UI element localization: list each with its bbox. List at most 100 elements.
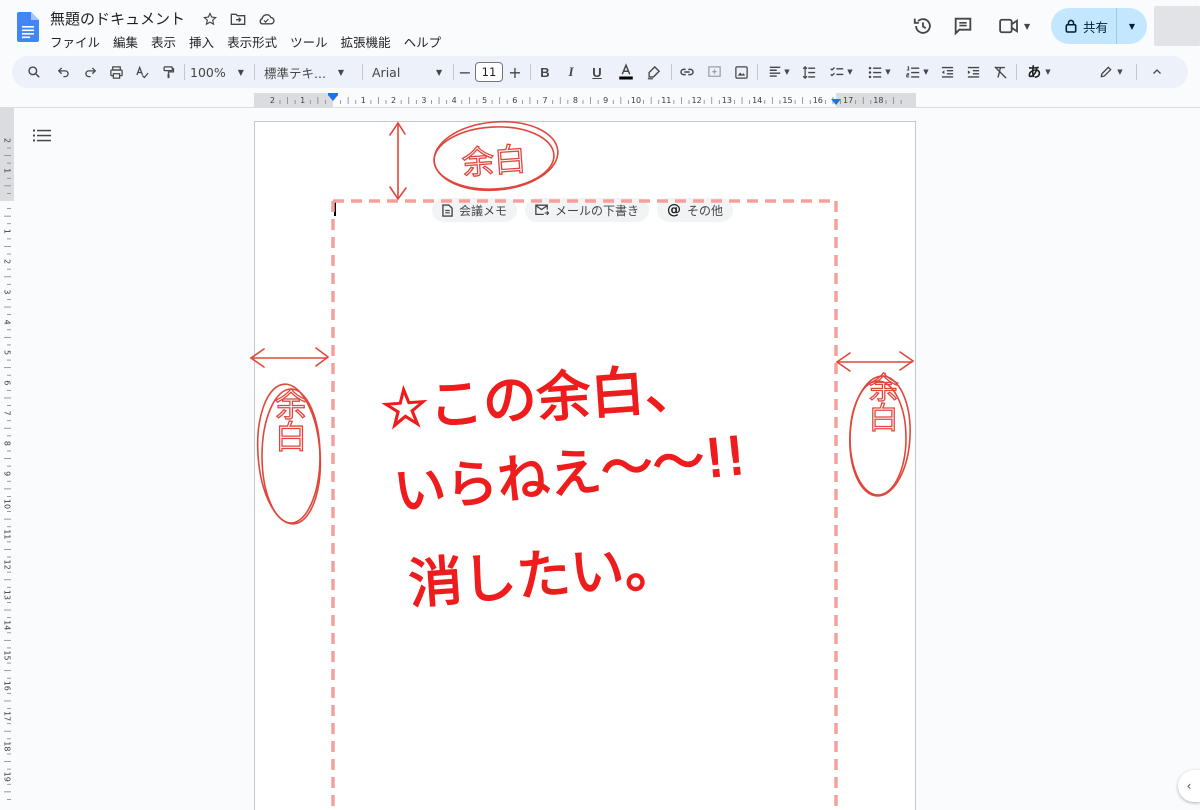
menu-file[interactable]: ファイル <box>50 32 107 51</box>
vertical-ruler[interactable]: 2112345678910111213141516171819 <box>0 108 14 810</box>
font-select[interactable]: Arial ▼ <box>372 56 454 88</box>
menu-extensions[interactable]: 拡張機能 <box>341 32 398 51</box>
star-icon[interactable] <box>200 9 220 29</box>
ruler-tick-label: 8 <box>3 441 12 446</box>
increase-font-size-icon[interactable]: + <box>504 56 526 88</box>
ruler-tick-label: 1 <box>300 96 305 105</box>
share-dropdown-icon[interactable]: ▼ <box>1117 22 1147 31</box>
meeting-notes-chip[interactable]: 会議メモ <box>432 198 518 222</box>
italic-icon[interactable]: I <box>560 56 582 88</box>
formatting-toolbar: 100% ▼ 標準テキ... ▼ Arial ▼ − 11 + B I U ▼ … <box>12 56 1188 88</box>
menu-edit[interactable]: 編集 <box>113 32 145 51</box>
google-docs-logo-icon[interactable] <box>17 12 39 42</box>
editing-mode-button[interactable]: ▼ <box>1094 56 1128 88</box>
chevron-down-icon: ▼ <box>1045 68 1051 76</box>
text-cursor <box>334 202 336 216</box>
decrease-font-size-icon[interactable]: − <box>454 56 476 88</box>
font-size-input[interactable]: 11 <box>475 62 503 82</box>
line-spacing-icon[interactable] <box>798 56 820 88</box>
ruler-tick-label: 5 <box>3 350 12 355</box>
chevron-down-icon: ▼ <box>237 67 244 77</box>
chevron-down-icon: ▼ <box>436 67 443 77</box>
other-chip[interactable]: @ その他 <box>657 198 734 222</box>
redo-icon[interactable] <box>78 56 102 88</box>
menu-insert[interactable]: 挿入 <box>189 32 221 51</box>
share-label: 共有 <box>1083 19 1109 35</box>
at-sign-icon: @ <box>667 202 682 218</box>
add-comment-icon[interactable] <box>703 56 725 88</box>
print-icon[interactable] <box>104 56 128 88</box>
numbered-list-icon[interactable]: ▼ <box>900 56 934 88</box>
chevron-down-icon: ▼ <box>1024 21 1031 31</box>
ruler-tick-label: 6 <box>3 380 12 385</box>
align-icon[interactable]: ▼ <box>764 56 794 88</box>
menu-format[interactable]: 表示形式 <box>227 32 284 51</box>
bold-icon[interactable]: B <box>534 56 556 88</box>
ruler-tick-label: 10 <box>3 499 12 509</box>
mail-icon <box>535 204 550 216</box>
chevron-down-icon: ▼ <box>847 68 853 76</box>
other-label: その他 <box>687 203 724 218</box>
chevron-down-icon: ▼ <box>1117 68 1123 76</box>
avatar[interactable] <box>1154 6 1200 46</box>
menu-help[interactable]: ヘルプ <box>404 32 449 51</box>
insert-image-icon[interactable] <box>730 56 752 88</box>
undo-icon[interactable] <box>52 56 76 88</box>
search-menus-icon[interactable] <box>22 56 46 88</box>
decrease-indent-icon[interactable] <box>936 56 958 88</box>
zoom-select[interactable]: 100% ▼ <box>190 56 244 88</box>
share-button[interactable]: 共有 ▼ <box>1051 8 1147 44</box>
ruler-tick-label: 15 <box>782 96 792 105</box>
email-draft-chip[interactable]: メールの下書き <box>525 198 650 222</box>
ruler-tick-label: 14 <box>752 96 762 105</box>
ruler-tick-label: 15 <box>3 650 12 660</box>
ruler-tick-label: 7 <box>3 411 12 416</box>
ruler-tick-label: 2 <box>391 96 396 105</box>
chevron-down-icon: ▼ <box>885 68 891 76</box>
hide-menus-chevron-up-icon[interactable] <box>1146 56 1168 88</box>
spellcheck-icon[interactable] <box>130 56 154 88</box>
text-color-icon[interactable] <box>615 56 637 88</box>
input-tools-button[interactable]: あ ▼ <box>1022 56 1056 88</box>
cloud-saved-icon[interactable] <box>256 9 276 29</box>
ruler-tick-label: 2 <box>270 96 275 105</box>
ruler-tick-label: 19 <box>3 772 12 782</box>
ruler-tick-label: 11 <box>661 96 671 105</box>
ruler-tick-label: 18 <box>873 96 883 105</box>
app-header: 無題のドキュメント ファイル 編集 表示 挿入 表示形式 ツール 拡張機能 ヘル… <box>0 0 1200 54</box>
ruler-tick-label: 4 <box>3 320 12 325</box>
menu-tools[interactable]: ツール <box>290 32 335 51</box>
ruler-tick-label: 9 <box>3 471 12 476</box>
chevron-down-icon: ▼ <box>337 67 345 77</box>
move-folder-icon[interactable] <box>228 9 248 29</box>
bulleted-list-icon[interactable]: ▼ <box>862 56 896 88</box>
paint-format-icon[interactable] <box>156 56 180 88</box>
meet-button[interactable]: ▼ <box>998 15 1036 37</box>
ruler-tick-label: 5 <box>482 96 487 105</box>
chevron-down-icon: ▼ <box>784 68 790 76</box>
horizontal-ruler[interactable]: 2 1 1 2 3 4 5 6 7 8 9 10 11 12 13 14 15 16 17 18 <box>254 93 916 107</box>
comments-icon[interactable] <box>952 15 974 37</box>
ruler-tick-label: 13 <box>722 96 732 105</box>
ruler-tick-label: 7 <box>543 96 548 105</box>
ruler-tick-label: 2 <box>3 138 12 143</box>
insert-link-icon[interactable] <box>676 56 698 88</box>
clear-formatting-icon[interactable] <box>989 56 1011 88</box>
underline-icon[interactable]: U <box>586 56 608 88</box>
ruler-tick-label: 12 <box>692 96 702 105</box>
ruler-tick-label: 9 <box>603 96 608 105</box>
ruler-tick-label: 11 <box>3 529 12 539</box>
side-panel-chevron-left-icon[interactable]: ‹ <box>1178 770 1200 802</box>
version-history-icon[interactable] <box>912 15 934 37</box>
checklist-icon[interactable]: ▼ <box>824 56 858 88</box>
chevron-down-icon: ▼ <box>923 68 929 76</box>
increase-indent-icon[interactable] <box>962 56 984 88</box>
ruler-tick-label: 1 <box>3 168 12 173</box>
ruler-tick-label: 6 <box>512 96 517 105</box>
document-title[interactable]: 無題のドキュメント <box>50 8 185 29</box>
document-outline-icon[interactable] <box>33 128 51 144</box>
menu-view[interactable]: 表示 <box>151 32 183 51</box>
document-page[interactable] <box>254 121 916 810</box>
highlight-color-icon[interactable] <box>642 56 664 88</box>
paragraph-style-select[interactable]: 標準テキ... ▼ <box>264 56 356 88</box>
